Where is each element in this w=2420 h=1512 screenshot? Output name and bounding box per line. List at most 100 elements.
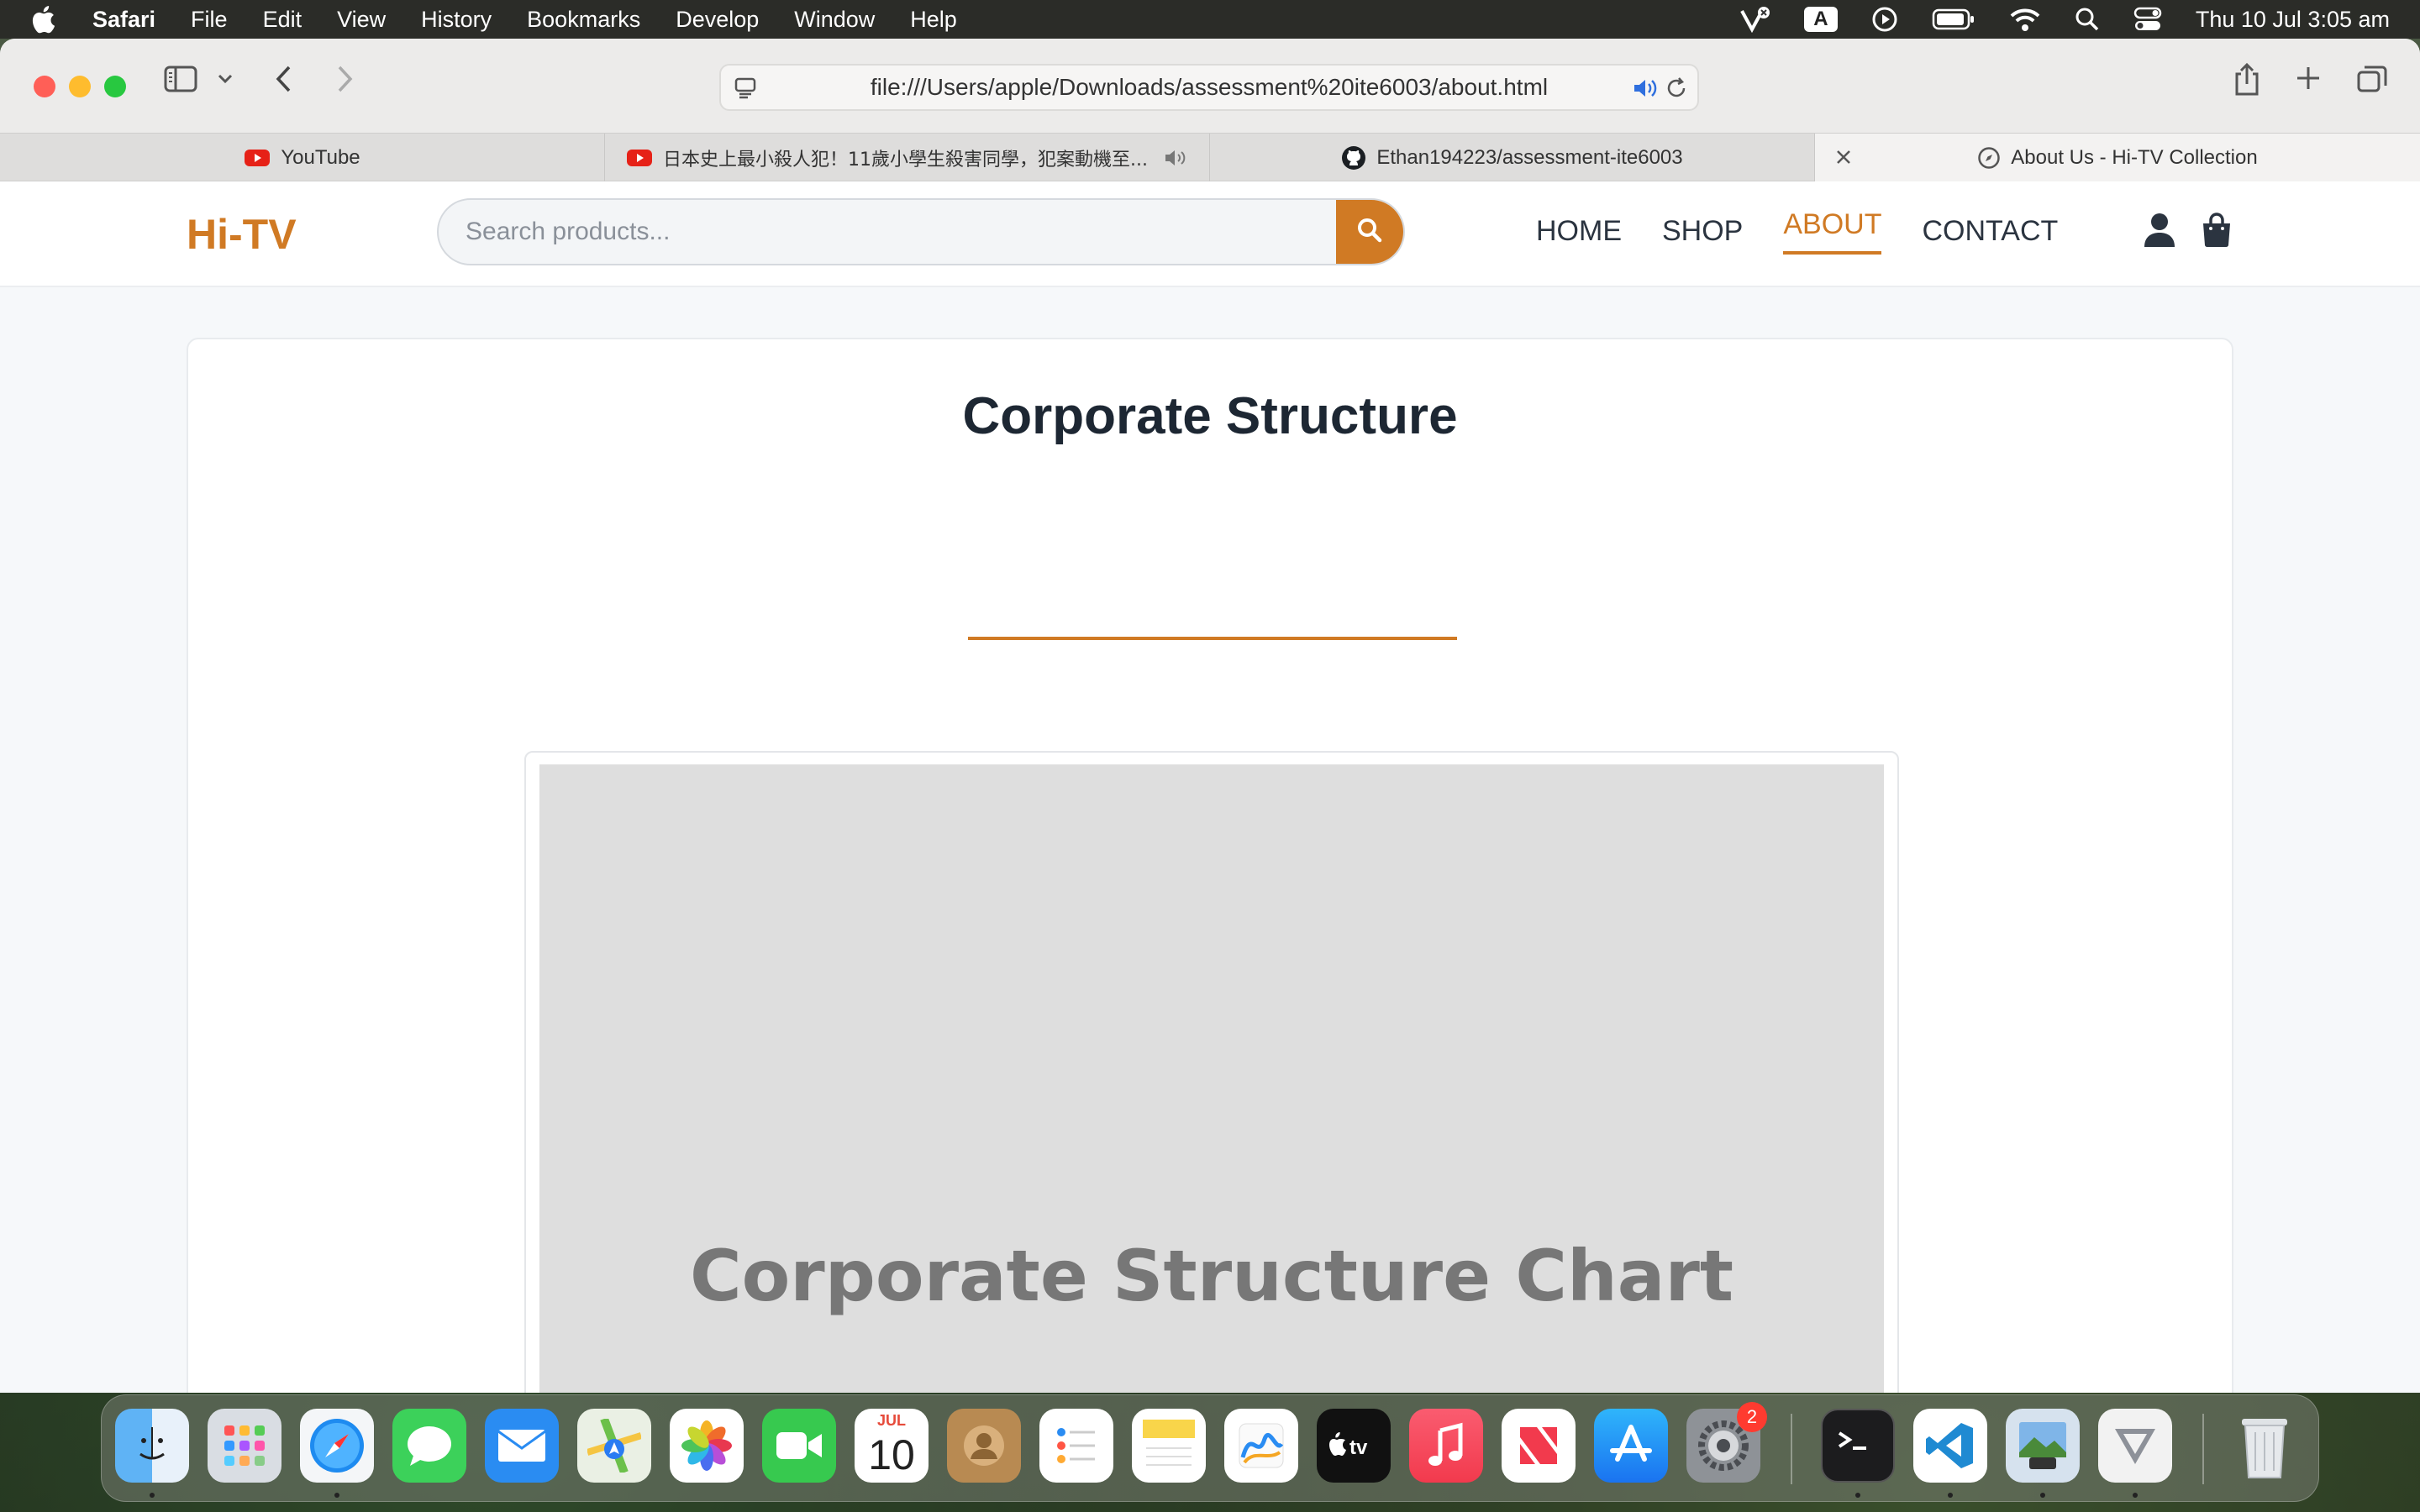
tab-github[interactable]: Ethan194223/assessment-ite6003 <box>1210 134 1815 182</box>
zoom-window-button[interactable] <box>104 76 126 97</box>
dock-running-indicator <box>1855 1493 1860 1498</box>
github-icon <box>1341 145 1366 171</box>
nav-contact[interactable]: CONTACT <box>1922 215 2058 255</box>
tab-overview-icon[interactable] <box>2356 64 2388 94</box>
reload-icon[interactable] <box>1664 76 1689 107</box>
dock-trash-icon[interactable] <box>2228 1409 2302 1483</box>
user-account-icon[interactable] <box>2143 212 2176 249</box>
chart-placeholder-text: Corporate Structure Chart <box>689 1235 1734 1317</box>
close-window-button[interactable] <box>34 76 55 97</box>
url-text[interactable]: file:///Users/apple/Downloads/assessment… <box>871 74 1548 101</box>
web-page: Hi-TV HOME SHOP ABOUT CONTACT <box>0 181 2420 1393</box>
dock-vscode-icon[interactable] <box>1913 1409 1987 1483</box>
dock-launchpad-icon[interactable] <box>208 1409 281 1483</box>
spotlight-search-icon[interactable] <box>2075 7 2100 32</box>
dock-safari-icon[interactable] <box>300 1409 374 1483</box>
youtube-icon <box>244 148 271 168</box>
dock-finder-icon[interactable] <box>115 1409 189 1483</box>
dock-contacts-icon[interactable] <box>947 1409 1021 1483</box>
menu-develop[interactable]: Develop <box>676 7 759 33</box>
menu-window[interactable]: Window <box>794 7 875 33</box>
vpn-status-icon[interactable] <box>1739 6 1770 33</box>
dock: JUL 10 tv 2 <box>101 1394 2319 1502</box>
dock-photos-icon[interactable] <box>670 1409 744 1483</box>
dock-messages-icon[interactable] <box>392 1409 466 1483</box>
dock-freeform-icon[interactable] <box>1224 1409 1298 1483</box>
dock-notes-icon[interactable] <box>1132 1409 1206 1483</box>
title-underline <box>968 637 1457 640</box>
dock-calendar-icon[interactable]: JUL 10 <box>855 1409 929 1483</box>
menu-view[interactable]: View <box>337 7 386 33</box>
now-playing-icon[interactable] <box>1871 6 1898 33</box>
input-source-label: A <box>1803 7 1838 32</box>
page-settings-icon[interactable] <box>733 76 758 107</box>
svg-text:tv: tv <box>1349 1436 1368 1459</box>
dock-system-settings-icon[interactable]: 2 <box>1686 1402 1767 1483</box>
tab-label: YouTube <box>281 146 360 169</box>
dock-terminal-icon[interactable] <box>1821 1409 1895 1483</box>
menubar-clock[interactable]: Thu 10 Jul 3:05 am <box>2196 7 2390 33</box>
battery-icon[interactable] <box>1932 8 1975 31</box>
sidebar-toggle-icon[interactable] <box>163 64 200 94</box>
shopping-bag-icon[interactable] <box>2200 212 2233 249</box>
menu-history[interactable]: History <box>421 7 492 33</box>
tab-about-us[interactable]: About Us - Hi-TV Collection <box>1815 134 2420 182</box>
tab-youtube-video[interactable]: 日本史上最小殺人犯！11歲小學生殺害同學，犯案動機至... <box>605 134 1210 182</box>
search-button[interactable] <box>1336 200 1403 264</box>
calendar-day: 10 <box>868 1431 915 1478</box>
nav-home[interactable]: HOME <box>1536 215 1622 255</box>
new-tab-plus-icon[interactable] <box>2294 64 2323 92</box>
main-nav: HOME SHOP ABOUT CONTACT <box>1536 208 2058 255</box>
dock-facetime-icon[interactable] <box>762 1409 836 1483</box>
menu-help[interactable]: Help <box>910 7 957 33</box>
tab-label: 日本史上最小殺人犯！11歲小學生殺害同學，犯案動機至... <box>663 150 1148 171</box>
dock-parallels-icon[interactable] <box>2098 1409 2172 1483</box>
site-header: Hi-TV HOME SHOP ABOUT CONTACT <box>0 181 2420 287</box>
dock-separator <box>1791 1414 1792 1484</box>
corporate-structure-chart-image: Corporate Structure Chart <box>539 764 1884 1393</box>
close-tab-icon[interactable] <box>1833 147 1854 173</box>
dock-preview-icon[interactable] <box>2006 1409 2080 1483</box>
tab-youtube[interactable]: YouTube <box>0 134 605 182</box>
dock-app-store-icon[interactable] <box>1594 1409 1668 1483</box>
dock-maps-icon[interactable] <box>577 1409 651 1483</box>
dock-reminders-icon[interactable] <box>1039 1409 1113 1483</box>
share-icon[interactable] <box>2232 62 2262 97</box>
site-logo[interactable]: Hi-TV <box>187 210 297 259</box>
wifi-icon[interactable] <box>2009 7 2041 32</box>
back-arrow-icon[interactable] <box>272 64 296 94</box>
dock-running-indicator <box>1948 1493 1953 1498</box>
calendar-month: JUL <box>876 1412 906 1429</box>
menu-bookmarks[interactable]: Bookmarks <box>527 7 640 33</box>
content-card: Corporate Structure Corporate Structure … <box>187 338 2233 1393</box>
dock-separator <box>2202 1414 2204 1484</box>
menu-file[interactable]: File <box>191 7 228 33</box>
minimize-window-button[interactable] <box>69 76 91 97</box>
menu-app-name[interactable]: Safari <box>92 7 155 33</box>
dock-news-icon[interactable] <box>1502 1409 1576 1483</box>
speaker-audio-icon[interactable] <box>1632 76 1659 107</box>
tab-label: About Us - Hi-TV Collection <box>2011 146 2258 169</box>
dock-music-icon[interactable] <box>1409 1409 1483 1483</box>
notification-badge: 2 <box>1737 1402 1767 1432</box>
control-center-icon[interactable] <box>2133 7 2162 32</box>
safari-window: file:///Users/apple/Downloads/assessment… <box>0 39 2420 1393</box>
nav-shop[interactable]: SHOP <box>1662 215 1743 255</box>
menu-edit[interactable]: Edit <box>263 7 302 33</box>
tab-audio-icon[interactable] <box>1163 147 1188 169</box>
dock-running-indicator <box>2133 1493 2138 1498</box>
chevron-down-icon[interactable] <box>217 72 234 86</box>
address-bar[interactable]: file:///Users/apple/Downloads/assessment… <box>719 64 1699 111</box>
search-bar <box>437 198 1405 265</box>
forward-arrow-icon[interactable] <box>333 64 356 94</box>
tab-bar: YouTube 日本史上最小殺人犯！11歲小學生殺害同學，犯案動機至... Et… <box>0 133 2420 182</box>
input-source-icon[interactable]: A <box>1803 7 1838 32</box>
search-input[interactable] <box>439 200 1338 264</box>
dock-mail-icon[interactable] <box>485 1409 559 1483</box>
dock-apple-tv-icon[interactable]: tv <box>1317 1409 1391 1483</box>
nav-about[interactable]: ABOUT <box>1783 208 1882 255</box>
dock-running-indicator <box>150 1493 155 1498</box>
compass-icon <box>1977 146 2001 170</box>
chart-frame: Corporate Structure Chart <box>524 751 1899 1393</box>
apple-menu-icon[interactable] <box>30 5 64 34</box>
